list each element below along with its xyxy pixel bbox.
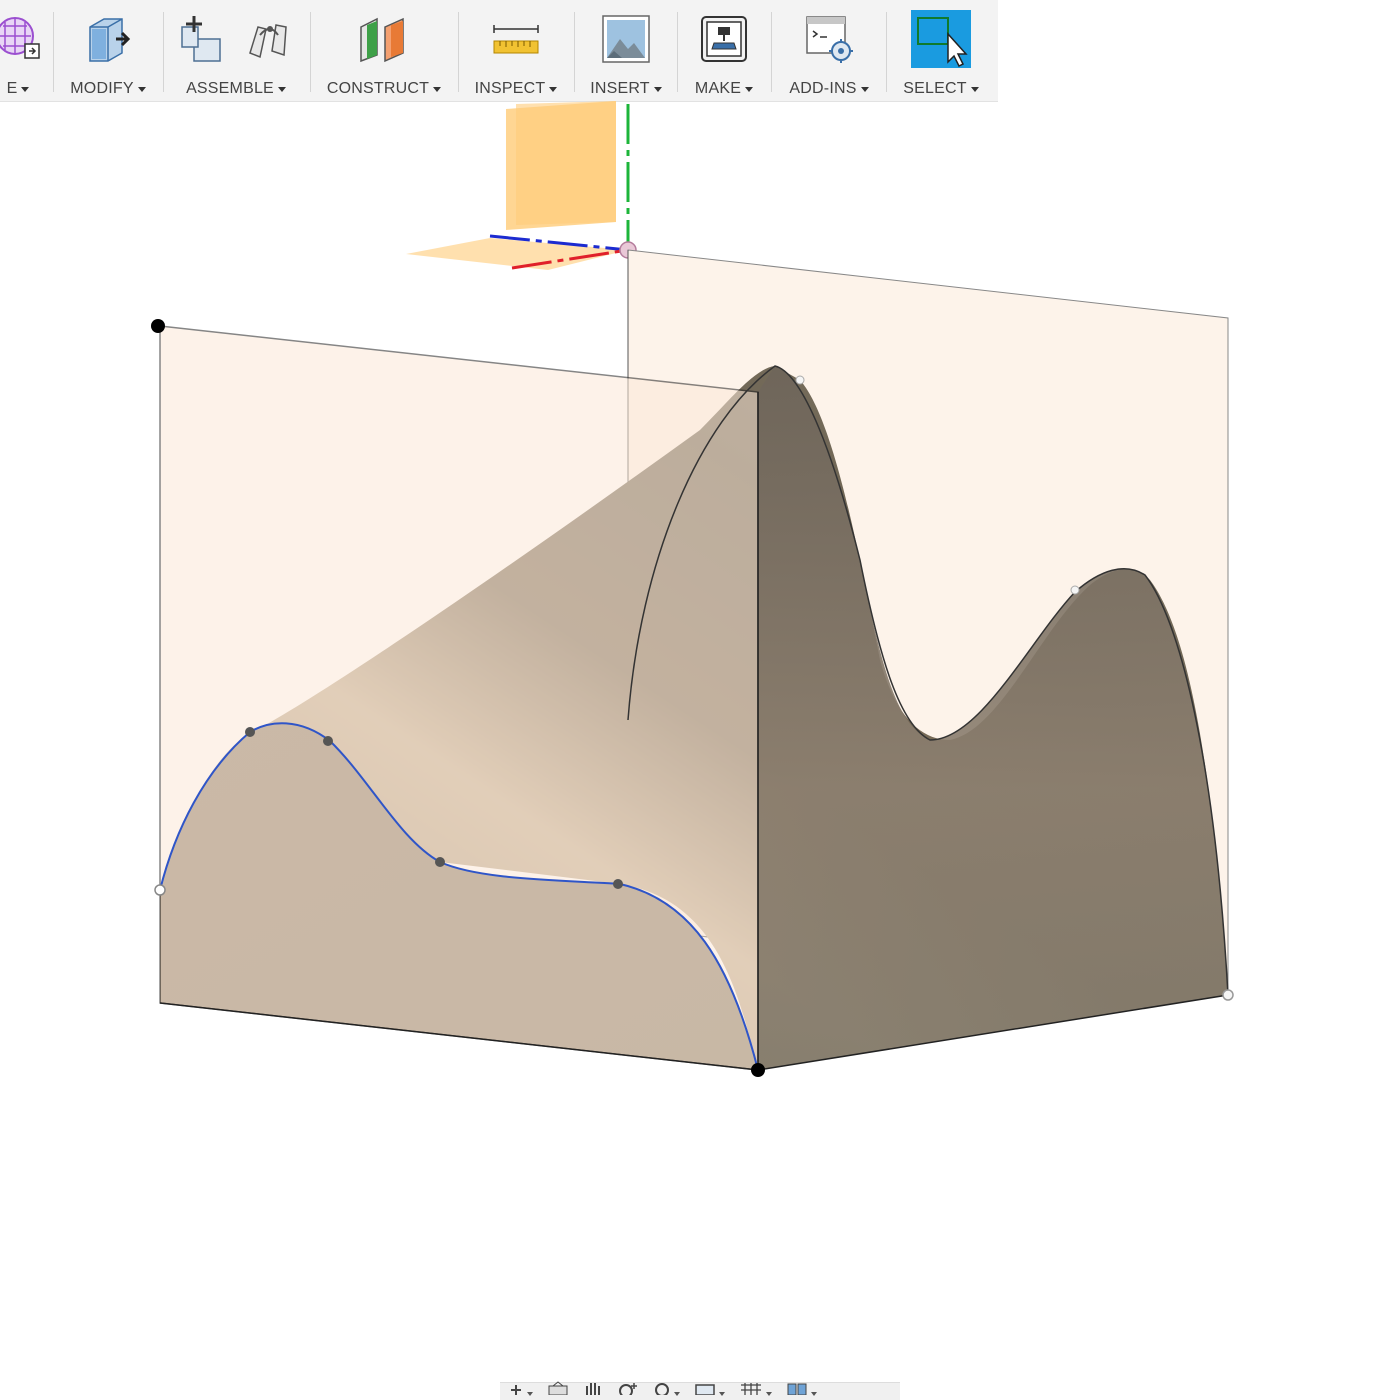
- spline-endpoint[interactable]: [1222, 989, 1234, 1001]
- spline-point[interactable]: [1070, 585, 1080, 595]
- toolbar-group-label: INSPECT: [474, 80, 546, 97]
- toolbar-separator: [458, 12, 459, 92]
- toolbar: E MODIFY ASSEMBLE CONSTRUCT INSPECT INSE…: [0, 0, 998, 102]
- toolbar-group-create[interactable]: E: [0, 0, 48, 101]
- toolbar-separator: [886, 12, 887, 92]
- orbit-button[interactable]: [508, 1382, 533, 1400]
- zoom-window-button[interactable]: [653, 1382, 680, 1400]
- toolbar-group-label: E: [6, 80, 18, 97]
- toolbar-separator: [677, 12, 678, 92]
- toolbar-separator: [53, 12, 54, 92]
- toolbar-group-label: INSERT: [590, 80, 650, 97]
- zoom-window-icon: [653, 1381, 671, 1400]
- chevron-down-icon: [719, 1392, 725, 1396]
- orbit-icon: [508, 1381, 524, 1400]
- select-cursor-icon[interactable]: [910, 8, 972, 70]
- zoom-icon: [617, 1381, 639, 1400]
- grid-icon: [739, 1381, 763, 1400]
- corner-point[interactable]: [151, 319, 165, 333]
- display-settings-button[interactable]: [694, 1382, 725, 1400]
- chevron-down-icon: [860, 86, 869, 92]
- toolbar-separator: [310, 12, 311, 92]
- chevron-down-icon: [433, 86, 442, 92]
- scripts-addins-icon[interactable]: [803, 13, 855, 65]
- chevron-down-icon: [970, 86, 979, 92]
- insert-image-icon[interactable]: [600, 13, 652, 65]
- viewports-icon: [786, 1381, 808, 1400]
- chevron-down-icon: [811, 1392, 817, 1396]
- toolbar-group-label: ASSEMBLE: [186, 80, 274, 97]
- spline-endpoint[interactable]: [154, 884, 166, 896]
- toolbar-group-construct[interactable]: CONSTRUCT: [315, 0, 453, 101]
- chevron-down-icon: [549, 86, 558, 92]
- viewports-button[interactable]: [786, 1382, 817, 1400]
- chevron-down-icon: [277, 86, 286, 92]
- origin-planes: [406, 101, 637, 270]
- chevron-down-icon: [21, 86, 30, 92]
- look-at-icon: [547, 1381, 569, 1400]
- modify-box-icon[interactable]: [82, 13, 134, 65]
- toolbar-group-label: MAKE: [694, 80, 742, 97]
- measure-ruler-icon[interactable]: [490, 13, 542, 65]
- pan-button[interactable]: [583, 1382, 603, 1400]
- 3d-print-icon[interactable]: [698, 13, 750, 65]
- spline-point[interactable]: [323, 736, 333, 746]
- construct-plane-icon[interactable]: [357, 13, 411, 65]
- toolbar-group-label: ADD-INS: [789, 80, 857, 97]
- chevron-down-icon: [653, 86, 662, 92]
- new-component-icon[interactable]: [176, 13, 228, 65]
- pan-hand-icon: [583, 1381, 603, 1400]
- toolbar-group-make[interactable]: MAKE: [682, 0, 766, 101]
- chevron-down-icon: [674, 1392, 680, 1396]
- toolbar-group-assemble[interactable]: ASSEMBLE: [168, 0, 304, 101]
- front-sketch-plane[interactable]: [159, 325, 759, 1071]
- toolbar-separator: [163, 12, 164, 92]
- look-at-button[interactable]: [547, 1381, 569, 1400]
- toolbar-separator: [574, 12, 575, 92]
- viewport-scene[interactable]: [0, 101, 1400, 1381]
- spline-point[interactable]: [435, 857, 445, 867]
- chevron-down-icon: [527, 1392, 533, 1396]
- toolbar-group-label: MODIFY: [70, 80, 134, 97]
- corner-point[interactable]: [751, 1063, 765, 1077]
- create-form-icon[interactable]: [0, 14, 43, 64]
- grid-button[interactable]: [739, 1382, 772, 1400]
- joint-icon[interactable]: [244, 13, 296, 65]
- toolbar-separator: [771, 12, 772, 92]
- toolbar-group-modify[interactable]: MODIFY: [58, 0, 158, 101]
- toolbar-group-select[interactable]: SELECT: [891, 0, 991, 101]
- display-settings-icon: [694, 1381, 716, 1400]
- chevron-down-icon: [766, 1392, 772, 1396]
- toolbar-group-insert[interactable]: INSERT: [579, 0, 673, 101]
- canvas-viewport[interactable]: [0, 101, 1400, 1381]
- chevron-down-icon: [137, 86, 146, 92]
- spline-point[interactable]: [245, 727, 255, 737]
- chevron-down-icon: [745, 86, 754, 92]
- toolbar-group-label: CONSTRUCT: [326, 80, 430, 97]
- spline-point[interactable]: [795, 375, 805, 385]
- toolbar-group-label: SELECT: [903, 80, 967, 97]
- navigation-bar: [500, 1381, 900, 1400]
- spline-point[interactable]: [613, 879, 623, 889]
- origin-plane-yz[interactable]: [516, 101, 616, 225]
- toolbar-group-add-ins[interactable]: ADD-INS: [776, 0, 882, 101]
- toolbar-group-inspect[interactable]: INSPECT: [463, 0, 569, 101]
- zoom-button[interactable]: [617, 1382, 639, 1400]
